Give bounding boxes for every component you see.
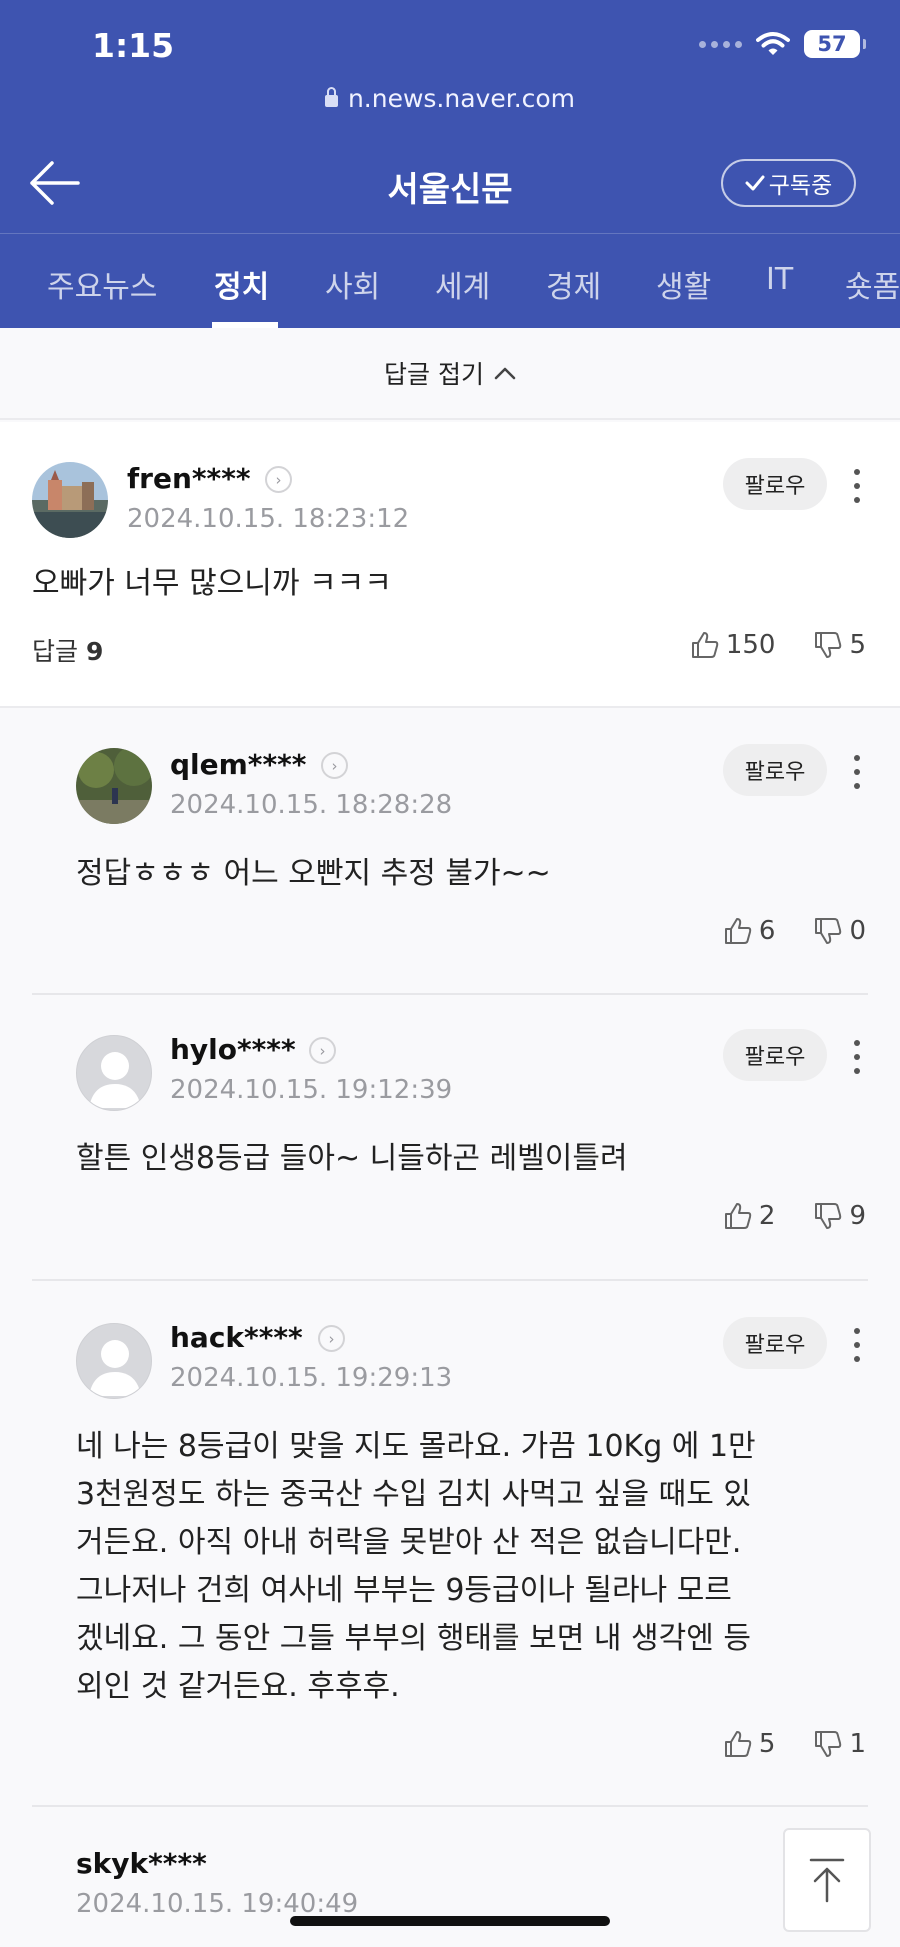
- reply-item: skyk**** 2024.10.15. 19:40:49: [0, 1807, 900, 1947]
- dislike-count: 1: [849, 1729, 866, 1759]
- follow-button[interactable]: 팔로우: [723, 1029, 827, 1081]
- timestamp: 2024.10.15. 19:29:13: [170, 1363, 453, 1393]
- tab-it[interactable]: IT: [766, 262, 793, 297]
- timestamp: 2024.10.15. 18:23:12: [127, 504, 410, 534]
- more-options-icon[interactable]: [850, 1325, 864, 1365]
- thumbs-down-icon: [815, 918, 842, 944]
- follow-button[interactable]: 팔로우: [723, 1317, 827, 1369]
- dislike-button[interactable]: 5: [813, 630, 866, 660]
- tab-politics[interactable]: 정치: [214, 262, 269, 306]
- cellular-signal-icon: [699, 40, 742, 48]
- reply-item: hylo**** › 2024.10.15. 19:12:39 팔로우 할튼 인…: [0, 995, 900, 1279]
- thumbs-down-icon: [815, 632, 842, 658]
- chevron-right-icon[interactable]: ›: [318, 1325, 345, 1352]
- like-button[interactable]: 6: [723, 916, 776, 946]
- section-tabs: 주요뉴스 정치 사회 세계 경제 생활 IT 숏폼: [0, 234, 900, 328]
- timestamp: 2024.10.15. 18:28:28: [170, 790, 453, 820]
- reply-count-value: 9: [85, 637, 104, 666]
- comment-text-line: 외인 것 같거든요. 후후후.: [76, 1669, 400, 1704]
- like-count: 150: [725, 630, 776, 660]
- tab-society[interactable]: 사회: [325, 262, 380, 306]
- reply-item: qlem**** › 2024.10.15. 18:28:28 팔로우 정답ㅎㅎ…: [0, 710, 900, 994]
- tab-main-news[interactable]: 주요뉴스: [47, 262, 157, 306]
- thumbs-up-icon: [724, 918, 752, 944]
- timestamp: 2024.10.15. 19:12:39: [170, 1075, 453, 1105]
- avatar[interactable]: [32, 462, 108, 538]
- check-icon: [745, 175, 765, 191]
- follow-button[interactable]: 팔로우: [723, 744, 827, 796]
- collapse-label: 답글 접기: [384, 360, 484, 389]
- lock-icon: [324, 87, 338, 107]
- dislike-count: 0: [849, 916, 866, 946]
- top-bar: 1:15 57 n.news.naver.com 서울신문 구독중 주요뉴스 정…: [0, 0, 900, 328]
- vote-group: 6 0: [723, 916, 866, 946]
- comment-text: 오빠가 너무 많으니까 ㅋㅋㅋ: [32, 566, 392, 601]
- thumbs-up-icon: [724, 1203, 752, 1229]
- more-options-icon[interactable]: [850, 752, 864, 792]
- more-options-icon[interactable]: [850, 1037, 864, 1077]
- status-time: 1:15: [92, 26, 175, 65]
- comment-text: 할튼 인생8등급 들아~ 니들하곤 레벨이틀려: [76, 1141, 628, 1176]
- wifi-icon: [756, 32, 790, 55]
- tab-shortform[interactable]: 숏폼: [845, 262, 900, 306]
- more-options-icon[interactable]: [850, 466, 864, 506]
- collapse-replies-button[interactable]: 답글 접기: [0, 328, 900, 420]
- reply-count-label: 답글: [32, 637, 79, 666]
- dislike-count: 5: [849, 630, 866, 660]
- dislike-button[interactable]: 9: [813, 1201, 866, 1231]
- tab-economy[interactable]: 경제: [546, 262, 601, 306]
- avatar[interactable]: [76, 1035, 152, 1111]
- comment-text-line: 거든요. 아직 아내 허락을 못받아 산 적은 없습니다만.: [76, 1525, 742, 1560]
- reply-count-button[interactable]: 답글 9: [32, 632, 103, 668]
- chevron-right-icon[interactable]: ›: [309, 1037, 336, 1064]
- username[interactable]: skyk****: [76, 1847, 207, 1880]
- comment-text: 정답ㅎㅎㅎ 어느 오빤지 추정 불가~~: [76, 856, 551, 891]
- comment-text-line: 3천원정도 하는 중국산 수입 김치 사먹고 싶을 때도 있: [76, 1477, 751, 1512]
- timestamp: 2024.10.15. 19:40:49: [76, 1889, 359, 1919]
- like-count: 2: [758, 1201, 776, 1231]
- comment-text-line: 네 나는 8등급이 맞을 지도 몰라요. 가끔 10Kg 에 1만: [76, 1429, 756, 1464]
- username[interactable]: hylo****: [170, 1033, 296, 1066]
- like-button[interactable]: 150: [690, 630, 776, 660]
- subscribe-button[interactable]: 구독중: [721, 159, 856, 207]
- username[interactable]: fren****: [127, 462, 250, 495]
- dislike-button[interactable]: 0: [813, 916, 866, 946]
- home-indicator: [290, 1916, 610, 1926]
- avatar[interactable]: [76, 748, 152, 824]
- thumbs-down-icon: [815, 1731, 842, 1757]
- like-button[interactable]: 5: [723, 1729, 776, 1759]
- arrow-up-to-top-icon: [809, 1858, 845, 1903]
- subscribe-label: 구독중: [768, 173, 833, 199]
- dislike-button[interactable]: 1: [813, 1729, 866, 1759]
- like-count: 5: [758, 1729, 776, 1759]
- thumbs-down-icon: [815, 1203, 842, 1229]
- vote-group: 2 9: [723, 1201, 866, 1231]
- vote-group: 5 1: [723, 1729, 866, 1759]
- like-button[interactable]: 2: [723, 1201, 776, 1231]
- thumbs-up-icon: [724, 1731, 752, 1757]
- comment-text: 네 나는 8등급이 맞을 지도 몰라요. 가끔 10Kg 에 1만 3천원정도 …: [76, 1423, 756, 1711]
- username[interactable]: hack****: [170, 1321, 303, 1354]
- url-bar[interactable]: n.news.naver.com: [0, 84, 900, 113]
- follow-button[interactable]: 팔로우: [723, 458, 827, 510]
- battery-icon: 57: [804, 30, 866, 58]
- thumbs-up-icon: [691, 632, 719, 658]
- comment-text-line: 그나저나 건희 여사네 부부는 9등급이나 될라나 모르: [76, 1573, 732, 1608]
- comment-text-line: 겠네요. 그 동안 그들 부부의 행태를 보면 내 생각엔 등: [76, 1621, 751, 1656]
- reply-item: hack**** › 2024.10.15. 19:29:13 팔로우 네 나는…: [0, 1281, 900, 1805]
- avatar[interactable]: [76, 1323, 152, 1399]
- scroll-to-top-button[interactable]: [783, 1828, 871, 1932]
- comment-item: fren**** › 2024.10.15. 18:23:12 팔로우 오빠가 …: [0, 422, 900, 708]
- dislike-count: 9: [849, 1201, 866, 1231]
- chevron-right-icon[interactable]: ›: [265, 466, 292, 493]
- url-text: n.news.naver.com: [347, 84, 576, 113]
- username[interactable]: qlem****: [170, 748, 306, 781]
- tab-world[interactable]: 세계: [435, 262, 490, 306]
- like-count: 6: [758, 916, 776, 946]
- status-icons: 57: [699, 30, 866, 58]
- vote-group: 150 5: [690, 630, 866, 660]
- chevron-right-icon[interactable]: ›: [321, 752, 348, 779]
- tab-life[interactable]: 생활: [656, 262, 711, 306]
- chevron-up-icon: [494, 367, 516, 380]
